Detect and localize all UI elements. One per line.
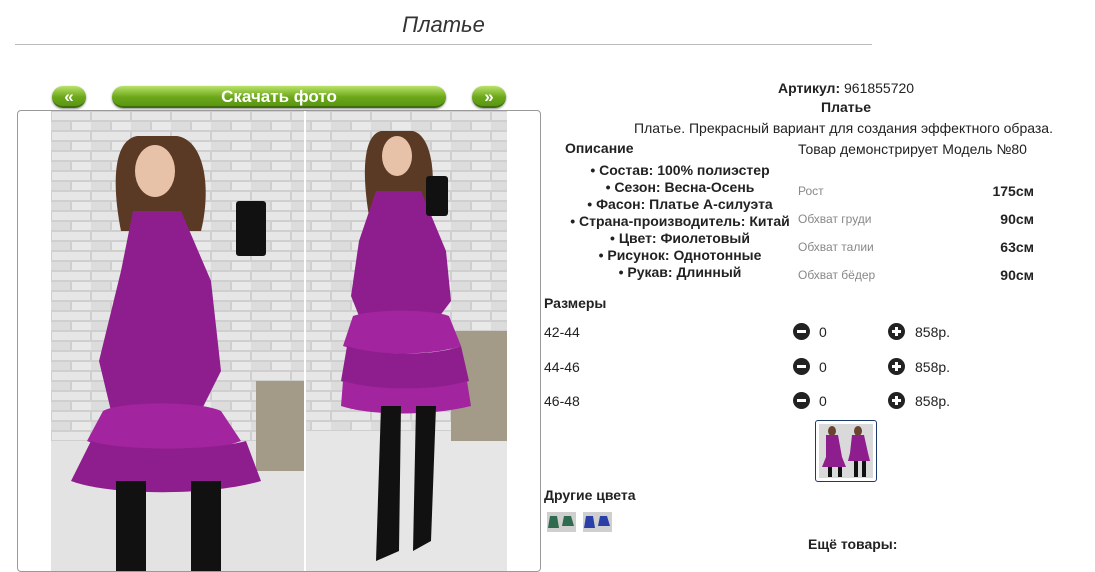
size-price: 858р.	[915, 393, 951, 409]
model-title: Товар демонстрирует Модель №80	[798, 141, 1027, 157]
measurement-value: 90см	[1000, 267, 1034, 283]
minus-icon[interactable]	[793, 323, 810, 340]
thumbnail-image	[819, 424, 873, 478]
quantity-value: 0	[819, 359, 827, 375]
size-row: 46-48 0 858р.	[544, 392, 964, 412]
next-photo-button[interactable]: »	[472, 86, 506, 108]
plus-icon[interactable]	[888, 323, 905, 340]
measurement-label: Обхват бёдер	[798, 268, 876, 282]
measurement-row: Рост 175см	[798, 182, 1034, 210]
article-label: Артикул:	[778, 80, 841, 96]
article-line: Артикул: 961855720	[778, 80, 914, 96]
property-item: Фасон: Платье А-силуэта	[560, 196, 800, 213]
title-divider	[15, 44, 872, 45]
prev-photo-button[interactable]: «	[52, 86, 86, 108]
photo-viewer	[17, 110, 541, 572]
article-value: 961855720	[844, 80, 915, 96]
size-label: 42-44	[544, 324, 580, 340]
property-item: Страна-производитель: Китай	[560, 213, 800, 230]
sizes-heading: Размеры	[544, 295, 607, 311]
measurement-row: Обхват талии 63см	[798, 238, 1034, 266]
size-label: 46-48	[544, 393, 580, 409]
color-thumbnail-blue[interactable]	[583, 512, 612, 532]
product-name: Платье	[821, 99, 871, 115]
measurement-label: Обхват груди	[798, 212, 872, 226]
property-item: Рисунок: Однотонные	[560, 247, 800, 264]
measurement-label: Рост	[798, 184, 824, 198]
product-description: Платье. Прекрасный вариант для создания …	[634, 120, 1053, 136]
properties-list: Состав: 100% полиэстер Сезон: Весна-Осен…	[560, 162, 800, 281]
quantity-value: 0	[819, 324, 827, 340]
size-row: 44-46 0 858р.	[544, 358, 964, 378]
color-thumbnail-green[interactable]	[547, 512, 576, 532]
photo-thumbnail[interactable]	[815, 420, 877, 482]
model-measurements: Рост 175см Обхват груди 90см Обхват тали…	[798, 182, 1034, 294]
property-item: Рукав: Длинный	[560, 264, 800, 281]
measurement-row: Обхват бёдер 90см	[798, 266, 1034, 294]
quantity-value: 0	[819, 393, 827, 409]
measurement-value: 90см	[1000, 211, 1034, 227]
plus-icon[interactable]	[888, 358, 905, 375]
property-item: Состав: 100% полиэстер	[560, 162, 800, 179]
measurement-row: Обхват груди 90см	[798, 210, 1034, 238]
minus-icon[interactable]	[793, 392, 810, 409]
product-photo[interactable]	[51, 111, 507, 571]
property-item: Цвет: Фиолетовый	[560, 230, 800, 247]
size-row: 42-44 0 858р.	[544, 323, 964, 343]
download-photo-button[interactable]: Скачать фото	[112, 86, 446, 108]
size-price: 858р.	[915, 359, 951, 375]
size-price: 858р.	[915, 324, 951, 340]
description-heading: Описание	[565, 140, 634, 156]
size-label: 44-46	[544, 359, 580, 375]
more-products-heading: Ещё товары:	[808, 536, 898, 552]
measurement-label: Обхват талии	[798, 240, 874, 254]
other-colors-heading: Другие цвета	[544, 487, 636, 503]
minus-icon[interactable]	[793, 358, 810, 375]
measurement-value: 175см	[992, 183, 1034, 199]
property-item: Сезон: Весна-Осень	[560, 179, 800, 196]
plus-icon[interactable]	[888, 392, 905, 409]
measurement-value: 63см	[1000, 239, 1034, 255]
page-title: Платье	[402, 12, 485, 37]
